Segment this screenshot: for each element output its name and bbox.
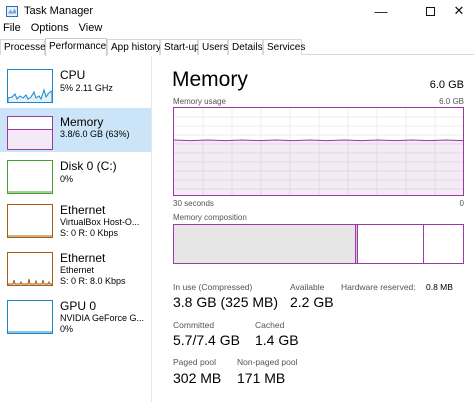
sidebar-ethernet1-title: Ethernet bbox=[60, 203, 106, 217]
sidebar-memory-usage: 3.8/6.0 GB (63%) bbox=[60, 129, 130, 139]
minimize-button[interactable]: — bbox=[362, 0, 400, 22]
sidebar-disk-title: Disk 0 (C:) bbox=[60, 159, 117, 173]
stat-available-label: Available bbox=[290, 282, 325, 292]
memory-composition-label: Memory composition bbox=[173, 213, 247, 222]
sidebar-cpu-title: CPU bbox=[60, 68, 86, 82]
memory-usage-line bbox=[174, 139, 463, 142]
window-title: Task Manager bbox=[24, 5, 94, 17]
tab-app-history[interactable]: App history bbox=[107, 39, 161, 55]
stat-committed-value: 5.7/7.4 GB bbox=[173, 332, 240, 348]
memory-usage-graph bbox=[173, 107, 464, 196]
sidebar-ethernet2-title: Ethernet bbox=[60, 251, 106, 265]
tab-startup[interactable]: Start-up bbox=[160, 39, 200, 55]
stat-cached-value: 1.4 GB bbox=[255, 332, 299, 348]
minimize-icon: — bbox=[374, 3, 388, 19]
stat-hw-reserved-label: Hardware reserved: bbox=[341, 282, 416, 292]
composition-standby[interactable] bbox=[357, 225, 424, 263]
memory-usage-max: 6.0 GB bbox=[439, 97, 464, 106]
tab-details[interactable]: Details bbox=[228, 39, 263, 55]
sidebar-gpu-model: NVIDIA GeForce G... bbox=[60, 313, 145, 323]
sidebar-item-gpu[interactable]: GPU 0 NVIDIA GeForce G... 0% bbox=[0, 292, 151, 336]
gpu-graph-icon bbox=[7, 300, 53, 334]
sidebar-ethernet1-adapter: VirtualBox Host-O... bbox=[60, 217, 140, 227]
memory-usage-graph-svg bbox=[174, 108, 463, 195]
close-icon: ✕ bbox=[453, 3, 465, 18]
memory-composition-bar bbox=[173, 224, 464, 264]
memory-usage-label: Memory usage bbox=[173, 97, 226, 106]
memory-graph-icon bbox=[7, 116, 53, 150]
close-button[interactable]: ✕ bbox=[440, 0, 474, 22]
memory-total: 6.0 GB bbox=[429, 79, 464, 91]
sidebar-item-cpu[interactable]: CPU 5% 2.11 GHz bbox=[0, 61, 151, 105]
stat-paged-pool-label: Paged pool bbox=[173, 357, 217, 367]
resource-sidebar: CPU 5% 2.11 GHz Memory 3.8/6.0 GB (63%) … bbox=[0, 56, 152, 402]
menu-file[interactable]: File bbox=[0, 22, 24, 38]
stat-in-use-label: In use (Compressed) bbox=[173, 282, 253, 292]
disk-graph-icon bbox=[7, 160, 53, 194]
composition-free[interactable] bbox=[423, 225, 458, 263]
cpu-graph-icon bbox=[7, 69, 53, 103]
sidebar-disk-usage: 0% bbox=[60, 174, 74, 184]
stat-hw-reserved-value: 0.8 MB bbox=[426, 282, 453, 292]
ethernet-graph-icon bbox=[7, 204, 53, 238]
sidebar-cpu-usage: 5% 2.11 GHz bbox=[60, 83, 113, 93]
sidebar-ethernet2-throughput: S: 0 R: 8.0 Kbps bbox=[60, 276, 126, 286]
maximize-icon bbox=[425, 6, 435, 16]
stat-in-use-value: 3.8 GB (325 MB) bbox=[173, 294, 279, 310]
tab-services[interactable]: Services bbox=[263, 39, 305, 55]
sidebar-gpu-usage: 0% bbox=[60, 324, 74, 334]
stat-paged-pool-value: 302 MB bbox=[173, 370, 222, 386]
stat-committed-label: Committed bbox=[173, 320, 215, 330]
menu-view[interactable]: View bbox=[76, 22, 106, 38]
sidebar-ethernet2-adapter: Ethernet bbox=[60, 265, 95, 275]
sidebar-item-ethernet-virtualbox[interactable]: Ethernet VirtualBox Host-O... S: 0 R: 0 … bbox=[0, 196, 151, 240]
stat-available-value: 2.2 GB bbox=[290, 294, 334, 310]
stat-nonpaged-pool-label: Non-paged pool bbox=[237, 357, 298, 367]
composition-in-use[interactable] bbox=[174, 225, 357, 263]
sidebar-memory-title: Memory bbox=[60, 115, 104, 129]
graph-time-right: 0 bbox=[459, 199, 464, 208]
tab-strip: Processes Performance App history Start-… bbox=[0, 38, 474, 56]
tab-users[interactable]: Users bbox=[198, 39, 228, 55]
task-manager-window: Task Manager — ✕ File Options View Proce… bbox=[0, 0, 474, 402]
page-title: Memory bbox=[172, 68, 248, 91]
stat-nonpaged-pool-value: 171 MB bbox=[237, 370, 286, 386]
menu-options[interactable]: Options bbox=[28, 22, 72, 38]
graph-time-left: 30 seconds bbox=[173, 199, 214, 208]
tab-processes[interactable]: Processes bbox=[0, 39, 51, 55]
title-bar: Task Manager — ✕ bbox=[0, 0, 474, 22]
task-manager-app-icon bbox=[6, 5, 18, 17]
ethernet-graph-icon bbox=[7, 252, 53, 286]
memory-thumb-fill bbox=[8, 128, 52, 149]
sidebar-ethernet1-throughput: S: 0 R: 0 Kbps bbox=[60, 228, 119, 238]
stat-cached-label: Cached bbox=[255, 320, 285, 330]
sidebar-item-ethernet[interactable]: Ethernet Ethernet S: 0 R: 8.0 Kbps bbox=[0, 244, 151, 288]
menu-bar: File Options View bbox=[0, 22, 109, 38]
sidebar-gpu-title: GPU 0 bbox=[60, 299, 97, 313]
memory-usage-area bbox=[174, 140, 463, 195]
sidebar-item-disk[interactable]: Disk 0 (C:) 0% bbox=[0, 152, 151, 196]
sidebar-item-memory[interactable]: Memory 3.8/6.0 GB (63%) bbox=[0, 108, 151, 152]
tab-performance[interactable]: Performance bbox=[45, 38, 107, 56]
